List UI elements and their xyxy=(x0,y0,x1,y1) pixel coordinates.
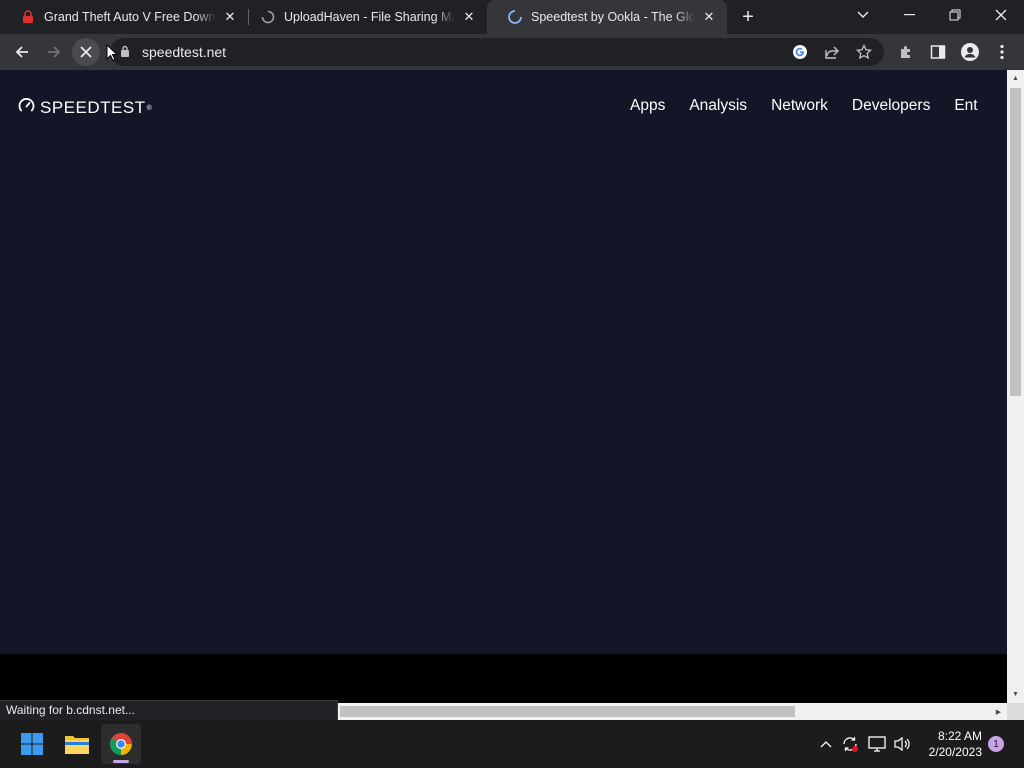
logo-text: SPEEDTEST xyxy=(40,98,146,117)
nav-apps[interactable]: Apps xyxy=(630,97,665,115)
side-panel-icon[interactable] xyxy=(928,42,948,62)
tab-speedtest[interactable]: Speedtest by Ookla - The Global ✕ xyxy=(487,0,727,34)
chrome-taskbar-icon[interactable] xyxy=(101,724,141,764)
active-app-indicator xyxy=(113,760,129,763)
clock-date: 2/20/2023 xyxy=(928,745,982,759)
scrollbar-corner xyxy=(1007,703,1024,720)
scroll-right-arrow-icon[interactable]: ▶ xyxy=(990,703,1007,720)
minimize-button[interactable] xyxy=(886,0,932,30)
mouse-cursor-icon xyxy=(106,43,119,67)
chevron-up-icon[interactable] xyxy=(816,734,836,754)
tab-uploadhaven[interactable]: UploadHaven - File Sharing Made ✕ xyxy=(240,0,487,34)
speedometer-icon xyxy=(18,97,35,119)
nav-enterprise[interactable]: Ent xyxy=(954,97,977,115)
loading-spinner-icon xyxy=(507,9,523,25)
vertical-scrollbar[interactable]: ▲ ▼ xyxy=(1007,70,1024,703)
sync-alert-icon[interactable] xyxy=(840,734,860,754)
loading-spinner-icon xyxy=(260,9,276,25)
close-icon[interactable]: ✕ xyxy=(701,9,717,25)
profile-avatar-icon[interactable] xyxy=(960,42,980,62)
windows-start-icon[interactable] xyxy=(12,724,52,764)
system-clock[interactable]: 8:22 AM 2/20/2023 xyxy=(918,728,982,760)
windows-taskbar: 8:22 AM 2/20/2023 1 xyxy=(0,720,1024,768)
url-text: speedtest.net xyxy=(142,44,227,60)
tab-title: UploadHaven - File Sharing Made xyxy=(284,10,455,24)
status-bubble: Waiting for b.cdnst.net... xyxy=(0,700,338,720)
scroll-down-arrow-icon[interactable]: ▼ xyxy=(1007,686,1024,703)
nav-analysis[interactable]: Analysis xyxy=(689,97,747,115)
tab-title: Speedtest by Ookla - The Global xyxy=(531,10,695,24)
clock-time: 8:22 AM xyxy=(937,729,982,743)
address-bar[interactable]: speedtest.net xyxy=(110,38,884,66)
close-icon[interactable]: ✕ xyxy=(461,9,477,25)
extensions-puzzle-icon[interactable] xyxy=(896,42,916,62)
network-monitor-icon[interactable] xyxy=(867,734,887,754)
back-button[interactable] xyxy=(8,38,36,66)
menu-kebab-icon[interactable] xyxy=(992,42,1012,62)
new-tab-button[interactable]: + xyxy=(736,5,760,29)
volume-icon[interactable] xyxy=(892,734,912,754)
restore-button[interactable] xyxy=(932,0,978,30)
logo-mark: ® xyxy=(146,104,153,112)
page-footer-band xyxy=(0,654,1007,703)
horizontal-scrollbar[interactable]: ▶ xyxy=(338,703,1007,720)
share-icon[interactable] xyxy=(824,44,840,60)
notification-badge[interactable]: 1 xyxy=(988,736,1004,752)
scroll-up-arrow-icon[interactable]: ▲ xyxy=(1007,70,1024,87)
stop-loading-button[interactable] xyxy=(72,38,100,66)
google-lens-icon[interactable] xyxy=(792,44,808,60)
file-explorer-icon[interactable] xyxy=(57,724,97,764)
tab-title: Grand Theft Auto V Free Download xyxy=(44,10,216,24)
vertical-scroll-thumb[interactable] xyxy=(1010,88,1021,396)
browser-toolbar: speedtest.net xyxy=(0,34,1024,70)
bookmark-star-icon[interactable] xyxy=(856,44,872,60)
close-icon[interactable]: ✕ xyxy=(222,9,238,25)
lock-icon[interactable] xyxy=(120,45,130,63)
forward-button[interactable] xyxy=(40,38,68,66)
horizontal-scroll-thumb[interactable] xyxy=(340,706,795,717)
game-favicon-icon xyxy=(20,9,36,25)
page-viewport: SPEEDTEST ® Apps Analysis Network Develop… xyxy=(0,70,1007,703)
site-navigation: Apps Analysis Network Developers Ent xyxy=(630,97,1002,115)
tab-gta[interactable]: Grand Theft Auto V Free Download ✕ xyxy=(0,0,248,34)
nav-network[interactable]: Network xyxy=(771,97,828,115)
close-window-button[interactable] xyxy=(978,0,1024,30)
speedtest-logo[interactable]: SPEEDTEST ® xyxy=(18,97,152,119)
tab-search-button[interactable] xyxy=(840,0,886,30)
tab-strip: Grand Theft Auto V Free Download ✕ Uploa… xyxy=(0,0,1024,34)
nav-developers[interactable]: Developers xyxy=(852,97,930,115)
